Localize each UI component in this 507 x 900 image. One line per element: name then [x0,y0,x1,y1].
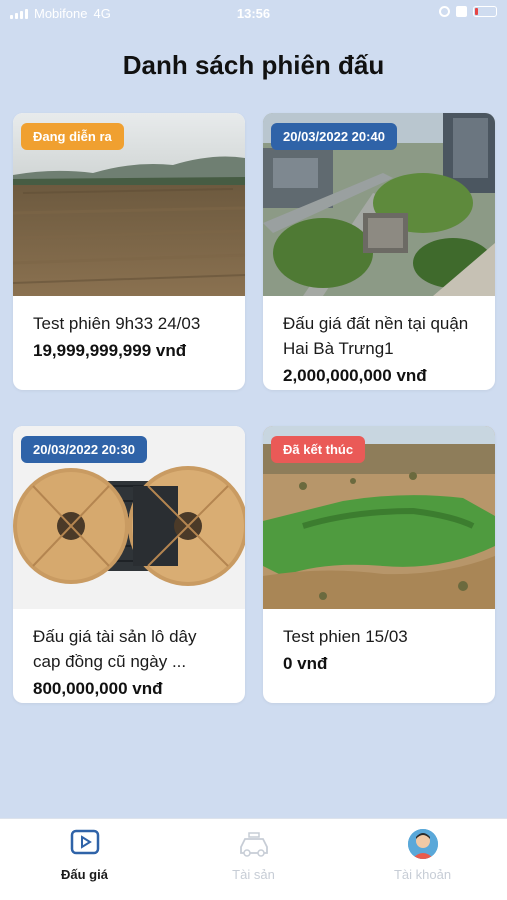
play-icon [70,829,100,860]
auction-price: 19,999,999,999 vnđ [33,341,187,360]
status-badge: 20/03/2022 20:40 [271,123,397,150]
auction-price: 2,000,000,000 vnđ [283,366,427,385]
auction-title: Test phien 15/03 [283,627,408,646]
bottom-tab-bar: Đấu giá Tài sản Tài khoản [0,818,507,900]
auction-image: 20/03/2022 20:40 [263,113,495,296]
status-badge: Đã kết thúc [271,436,366,463]
status-badge: Đang diễn ra [21,123,124,150]
lock-rotation-icon [439,6,450,17]
auction-image: Đang diễn ra [13,113,245,296]
status-badge: 20/03/2022 20:30 [21,436,147,463]
auction-card[interactable]: 20/03/2022 20:30 Đấu giá tài sản lô dây … [13,426,245,703]
auction-title: Test phiên 9h33 24/03 [33,314,201,333]
auction-card[interactable]: Đang diễn ra Test phiên 9h33 24/03 19,99… [13,113,245,390]
auction-price: 0 vnđ [283,654,328,673]
tab-label: Đấu giá [61,867,108,882]
tab-label: Tài sản [232,867,275,882]
tab-tai-khoan[interactable]: Tài khoản [338,819,507,900]
tab-label: Tài khoản [393,867,452,882]
car-icon [237,829,271,864]
tab-dau-gia[interactable]: Đấu giá [0,819,169,900]
avatar-icon [407,829,438,859]
auction-price: 800,000,000 vnđ [33,679,163,698]
auction-card[interactable]: Đã kết thúc Test phien 15/03 0 vnđ [263,426,495,703]
status-bar: Mobifone 4G 13:56 [0,0,507,28]
auction-card[interactable]: 20/03/2022 20:40 Đấu giá đất nền tại quậ… [263,113,495,390]
status-right [439,6,497,17]
auction-title: Đấu giá tài sản lô dây cap đồng cũ ngày … [33,627,197,671]
notification-icon [456,6,467,17]
auction-image: 20/03/2022 20:30 [13,426,245,609]
battery-icon [473,6,497,17]
auction-image: Đã kết thúc [263,426,495,609]
page-title: Danh sách phiên đấu [122,50,385,80]
auction-title: Đấu giá đất nền tại quận Hai Bà Trưng1 [283,314,469,358]
status-time: 13:56 [236,6,271,21]
tab-tai-san[interactable]: Tài sản [169,819,338,900]
